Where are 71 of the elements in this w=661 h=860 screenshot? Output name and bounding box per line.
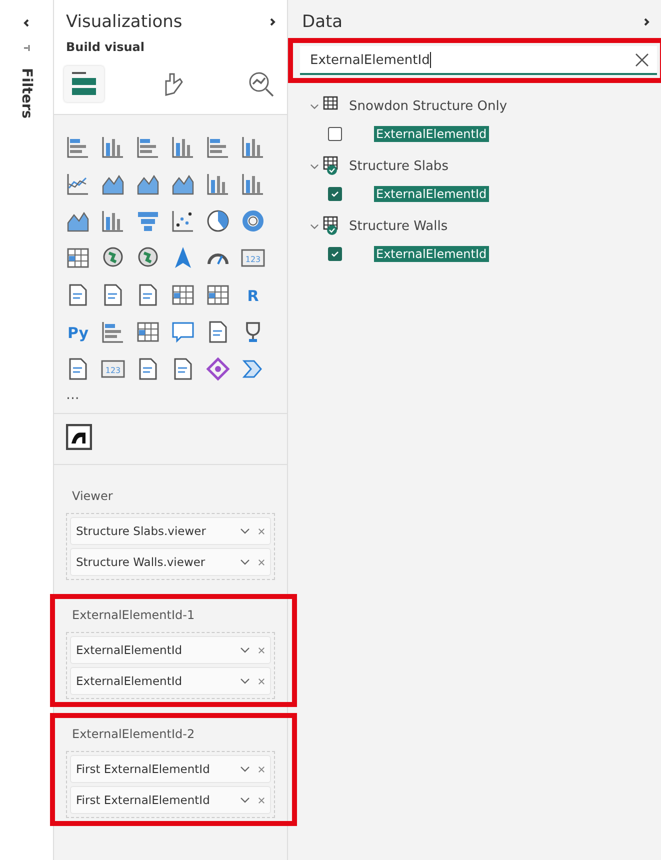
field-name[interactable]: ExternalElementId bbox=[374, 246, 489, 262]
bar-chart-icon[interactable] bbox=[206, 135, 230, 159]
bar-chart-icon[interactable] bbox=[66, 135, 90, 159]
pane-title: Visualizations bbox=[66, 12, 182, 32]
well-label: ExternalElementId-2 bbox=[71, 726, 196, 743]
remove-icon[interactable] bbox=[258, 528, 265, 534]
chevron-icon[interactable] bbox=[310, 102, 319, 110]
collapse-icon[interactable] bbox=[22, 18, 32, 28]
bar-chart-icon[interactable] bbox=[101, 320, 125, 344]
table-icon[interactable] bbox=[66, 246, 90, 270]
line-chart-icon[interactable] bbox=[66, 172, 90, 196]
table-name[interactable]: Snowdon Structure Only bbox=[349, 98, 508, 114]
speech-bubble-icon[interactable] bbox=[171, 320, 195, 344]
field-pill[interactable]: ExternalElementId bbox=[70, 636, 271, 664]
funnel-icon[interactable] bbox=[136, 209, 160, 233]
remove-icon[interactable] bbox=[258, 678, 265, 684]
column-chart-icon[interactable] bbox=[171, 135, 195, 159]
column-chart-icon[interactable] bbox=[241, 135, 265, 159]
column-chart-icon[interactable] bbox=[101, 209, 125, 233]
dropdown-icon[interactable] bbox=[240, 647, 250, 653]
dropdown-icon[interactable] bbox=[240, 797, 250, 803]
chevron-icon[interactable] bbox=[310, 162, 319, 170]
dropdown-icon[interactable] bbox=[240, 528, 250, 534]
field-name: First ExternalElementId bbox=[76, 762, 211, 776]
donut-chart-icon[interactable] bbox=[241, 209, 265, 233]
field-pill[interactable]: First ExternalElementId bbox=[70, 786, 271, 814]
close-icon[interactable] bbox=[635, 53, 649, 67]
field-pill[interactable]: First ExternalElementId bbox=[70, 755, 271, 783]
well-label: ExternalElementId-1 bbox=[71, 607, 196, 624]
table-icon[interactable] bbox=[171, 283, 195, 307]
table-icon[interactable] bbox=[206, 283, 230, 307]
search-field[interactable]: ExternalElementId bbox=[300, 46, 657, 75]
field-name: Structure Slabs.viewer bbox=[76, 524, 207, 538]
filters-label[interactable]: Filters bbox=[18, 68, 34, 119]
custom-visual-icon[interactable] bbox=[66, 424, 92, 450]
pie-chart-icon[interactable] bbox=[206, 209, 230, 233]
well-label: Viewer bbox=[71, 488, 114, 505]
section-label: Build visual bbox=[54, 38, 287, 56]
dropdown-icon[interactable] bbox=[240, 766, 250, 772]
field-name[interactable]: ExternalElementId bbox=[374, 126, 489, 142]
field-name[interactable]: ExternalElementId bbox=[374, 186, 489, 202]
fields-tab[interactable] bbox=[64, 66, 104, 102]
diamond-icon[interactable] bbox=[206, 357, 230, 381]
column-chart-icon[interactable] bbox=[206, 172, 230, 196]
field-pill[interactable]: Structure Walls.viewer bbox=[70, 548, 271, 576]
remove-icon[interactable] bbox=[258, 796, 265, 804]
field-name: ExternalElementId bbox=[76, 674, 184, 688]
field-name: Structure Walls.viewer bbox=[76, 555, 206, 569]
scatter-chart-icon[interactable] bbox=[171, 209, 195, 233]
table-name[interactable]: Structure Walls bbox=[349, 218, 448, 234]
pane-title: Data bbox=[302, 12, 343, 32]
pin-icon[interactable] bbox=[22, 44, 30, 52]
field-pill[interactable]: Structure Slabs.viewer bbox=[70, 517, 271, 545]
remove-icon[interactable] bbox=[258, 646, 265, 654]
text-icon[interactable]: R bbox=[241, 283, 265, 307]
bar-chart-icon[interactable] bbox=[136, 135, 160, 159]
column-chart-icon[interactable] bbox=[101, 135, 125, 159]
checkbox[interactable] bbox=[328, 127, 342, 141]
field-name: First ExternalElementId bbox=[76, 793, 211, 807]
more-visuals[interactable]: ... bbox=[66, 387, 277, 403]
field-name: ExternalElementId bbox=[76, 643, 184, 657]
dropdown-icon[interactable] bbox=[240, 678, 250, 684]
table-name[interactable]: Structure Slabs bbox=[349, 158, 448, 174]
chevron-icon[interactable] bbox=[310, 222, 319, 230]
column-chart-icon[interactable] bbox=[241, 172, 265, 196]
table-icon[interactable] bbox=[136, 320, 160, 344]
dropdown-icon[interactable] bbox=[240, 559, 250, 565]
field-pill[interactable]: ExternalElementId bbox=[70, 667, 271, 695]
remove-icon[interactable] bbox=[258, 766, 265, 772]
remove-icon[interactable] bbox=[258, 558, 265, 566]
text-icon[interactable]: Py bbox=[66, 320, 90, 344]
